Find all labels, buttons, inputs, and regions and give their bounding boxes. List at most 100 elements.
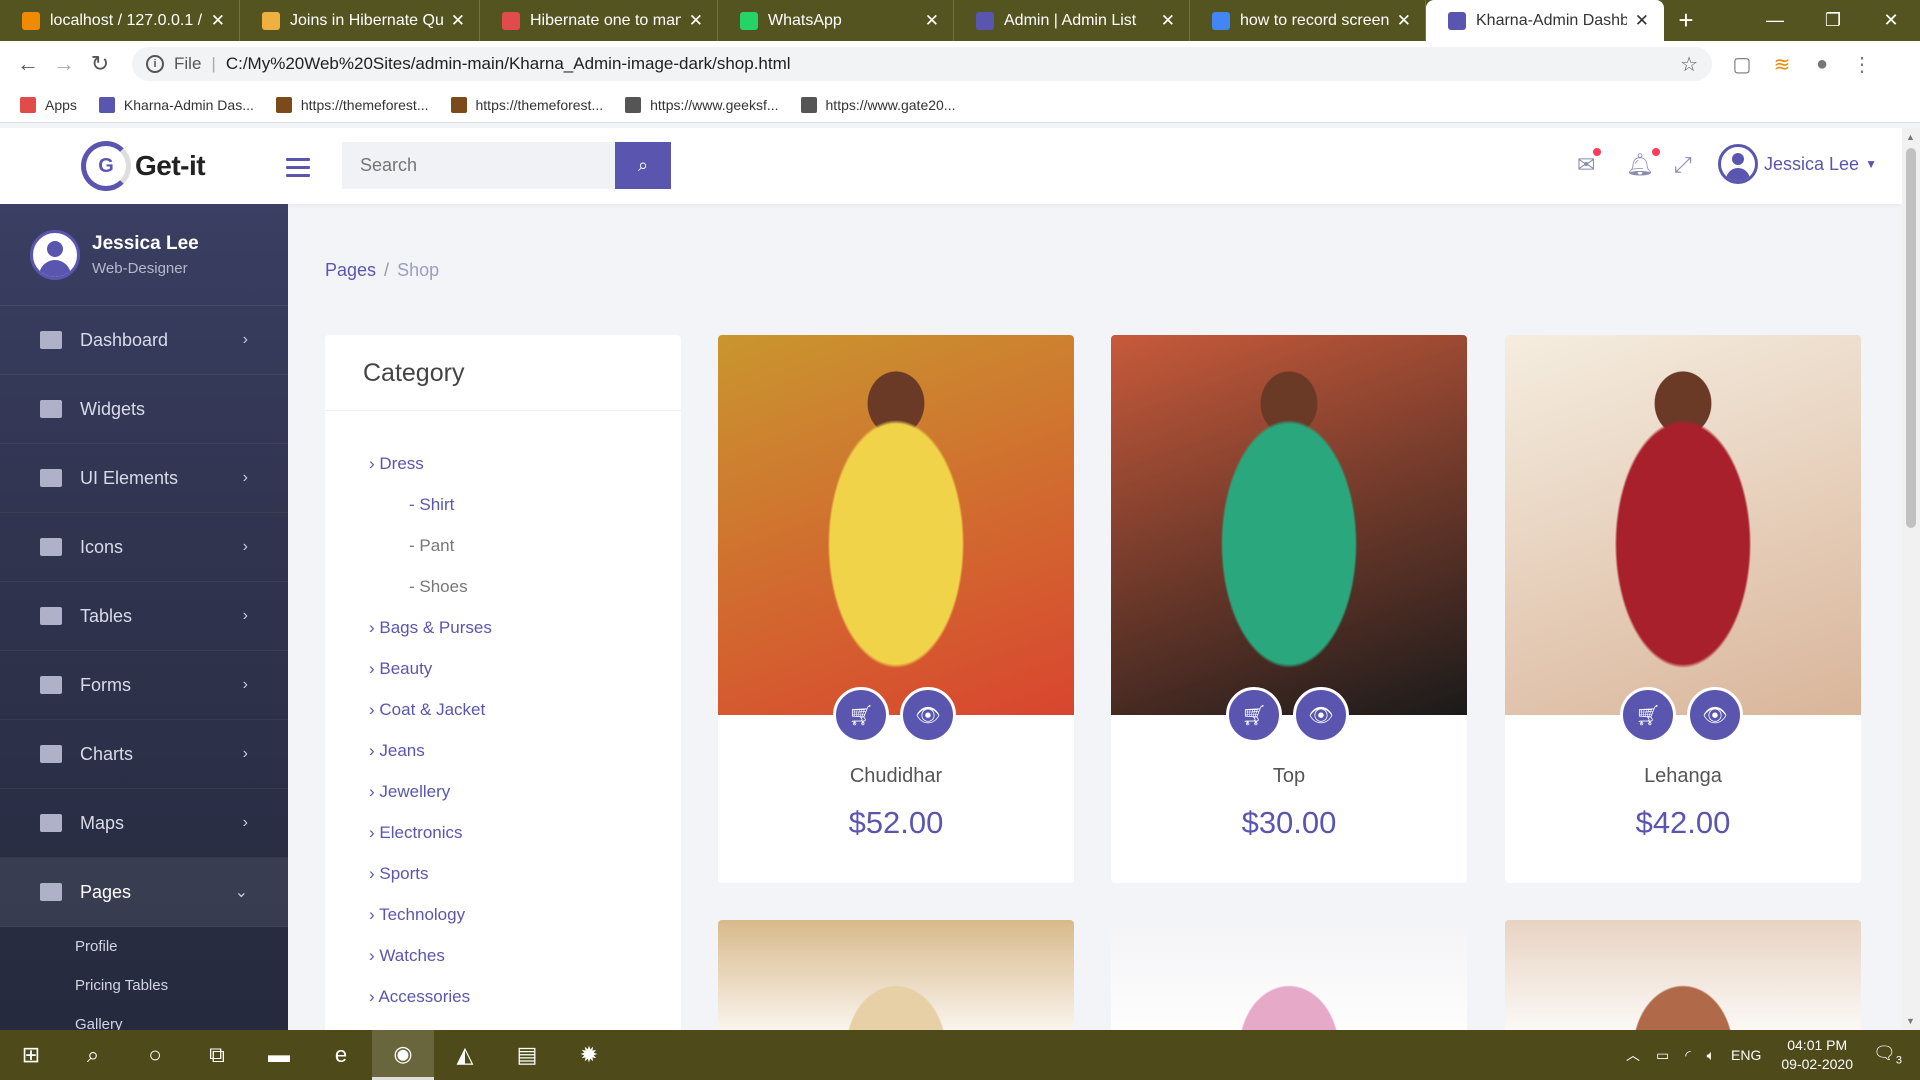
scroll-up-icon[interactable]: ▲ [1906, 132, 1915, 142]
file-explorer-icon[interactable]: ▬ [248, 1030, 310, 1080]
sidebar-item-widgets[interactable]: Widgets [0, 375, 288, 444]
product-image[interactable] [1111, 335, 1467, 715]
clock[interactable]: 04:01 PM 09-02-2020 [1781, 1036, 1853, 1074]
category-item[interactable]: › Technology [369, 894, 681, 935]
browser-tab[interactable]: Joins in Hibernate Quer ✕ [240, 0, 480, 41]
page-scrollbar[interactable]: ▲ ▼ [1902, 128, 1920, 1030]
fullscreen-icon[interactable]: ⤢ [1674, 152, 1692, 178]
wifi-icon[interactable]: ◜ [1685, 1047, 1690, 1064]
add-to-cart-button[interactable]: 🛒︎ [1620, 687, 1676, 743]
bookmark-star-icon[interactable]: ☆ [1680, 52, 1698, 77]
edge-icon[interactable]: e [310, 1030, 372, 1080]
product-name[interactable]: Chudidhar [718, 765, 1074, 788]
quick-view-button[interactable]: 👁︎ [1687, 687, 1743, 743]
restore-icon[interactable]: ❐ [1804, 0, 1862, 41]
category-item[interactable]: - Shoes [369, 566, 681, 607]
category-item[interactable]: › Sports [369, 853, 681, 894]
browser-tab[interactable]: WhatsApp ✕ [718, 0, 954, 41]
quick-view-button[interactable]: 👁︎ [1293, 687, 1349, 743]
bookmark-item[interactable]: https://themeforest... [275, 96, 429, 113]
bookmark-item[interactable]: Kharna-Admin Das... [98, 96, 254, 113]
category-item[interactable]: › Coat & Jacket [369, 689, 681, 730]
sidebar-item-pages[interactable]: Pages ⌄ [0, 858, 288, 927]
category-item[interactable]: › Dress [369, 443, 681, 484]
submenu-item[interactable]: Gallery [75, 1005, 288, 1030]
scroll-down-icon[interactable]: ▼ [1906, 1016, 1915, 1026]
sidebar-item-forms[interactable]: Forms › [0, 651, 288, 720]
app-icon[interactable]: ✹ [558, 1030, 620, 1080]
minimize-icon[interactable]: — [1746, 0, 1804, 41]
chrome-menu-icon[interactable]: ⋮ [1842, 52, 1882, 77]
category-item[interactable]: › Watches [369, 935, 681, 976]
url-input[interactable]: i File | C:/My%20Web%20Sites/admin-main/… [132, 47, 1712, 81]
category-item[interactable]: › Electronics [369, 812, 681, 853]
submenu-item[interactable]: Profile [75, 927, 288, 966]
category-item[interactable]: - Shirt [369, 484, 681, 525]
category-item[interactable]: › Bags & Purses [369, 607, 681, 648]
windows-icon[interactable]: ⊞ [0, 1030, 62, 1080]
browser-tab[interactable]: Kharna-Admin Dashbo ✕ [1426, 0, 1664, 41]
search-input[interactable] [342, 142, 615, 189]
quick-view-button[interactable]: 👁︎ [900, 687, 956, 743]
product-name[interactable]: Lehanga [1505, 765, 1861, 788]
user-menu[interactable]: Jessica Lee ▼ [1718, 144, 1877, 184]
bookmark-item[interactable]: https://www.gate20... [800, 96, 955, 113]
close-window-icon[interactable]: ✕ [1862, 0, 1920, 41]
extension-icon[interactable]: ≋ [1762, 52, 1802, 77]
close-tab-icon[interactable]: ✕ [451, 11, 465, 31]
product-name[interactable]: Top [1111, 765, 1467, 788]
new-tab-button[interactable]: + [1664, 0, 1708, 41]
category-item[interactable]: › Jeans [369, 730, 681, 771]
tray-chevron-icon[interactable]: ︿ [1626, 1045, 1640, 1065]
browser-tab[interactable]: Hibernate one to many ✕ [480, 0, 718, 41]
sidebar-item-ui-elements[interactable]: UI Elements › [0, 444, 288, 513]
action-center-icon[interactable]: 🗨︎3 [1873, 1043, 1902, 1067]
task-view-icon[interactable]: ⧉ [186, 1030, 248, 1080]
hamburger-menu-icon[interactable] [286, 158, 310, 182]
extension-icon[interactable]: ▢ [1722, 52, 1762, 77]
add-to-cart-button[interactable]: 🛒︎ [1226, 687, 1282, 743]
bookmark-item[interactable]: https://www.geeksf... [625, 96, 779, 113]
category-item[interactable]: - Pant [369, 525, 681, 566]
submenu-item[interactable]: Pricing Tables [75, 966, 288, 1005]
sidebar-item-maps[interactable]: Maps › [0, 789, 288, 858]
scrollbar-thumb[interactable] [1906, 148, 1916, 528]
chrome-icon[interactable]: ◉ [372, 1030, 434, 1080]
category-item[interactable]: › Accessories [369, 976, 681, 1017]
sidebar-item-dashboard[interactable]: Dashboard › [0, 306, 288, 375]
forward-icon[interactable]: → [46, 51, 82, 77]
browser-tab[interactable]: how to record screen i ✕ [1190, 0, 1426, 41]
close-tab-icon[interactable]: ✕ [925, 11, 939, 31]
browser-tab[interactable]: Admin | Admin List ✕ [954, 0, 1190, 41]
cortana-icon[interactable]: ○ [124, 1030, 186, 1080]
profile-icon[interactable]: ● [1802, 53, 1842, 76]
battery-icon[interactable]: ▭ [1656, 1047, 1669, 1064]
product-image[interactable] [1111, 920, 1467, 1030]
close-tab-icon[interactable]: ✕ [1397, 11, 1411, 31]
product-image[interactable] [718, 920, 1074, 1030]
close-tab-icon[interactable]: ✕ [689, 11, 703, 31]
site-info-icon[interactable]: i [146, 55, 164, 73]
close-tab-icon[interactable]: ✕ [1635, 11, 1649, 31]
category-item[interactable]: › Jewellery [369, 771, 681, 812]
category-item[interactable]: › Beauty [369, 648, 681, 689]
sidebar-item-icons[interactable]: Icons › [0, 513, 288, 582]
android-studio-icon[interactable]: ◭ [434, 1030, 496, 1080]
bell-icon[interactable]: 🔔︎ [1626, 148, 1660, 178]
reload-icon[interactable]: ↻ [82, 51, 118, 77]
volume-icon[interactable]: 🔈︎ [1707, 1047, 1715, 1064]
bookmark-item[interactable]: Apps [20, 96, 77, 113]
product-image[interactable] [1505, 920, 1861, 1030]
product-image[interactable] [1505, 335, 1861, 715]
close-tab-icon[interactable]: ✕ [211, 11, 225, 31]
sidebar-item-tables[interactable]: Tables › [0, 582, 288, 651]
app-logo[interactable]: G Get-it [81, 141, 206, 191]
close-tab-icon[interactable]: ✕ [1161, 11, 1175, 31]
search-icon[interactable]: ⌕ [62, 1030, 124, 1080]
notepad-icon[interactable]: ▤ [496, 1030, 558, 1080]
language-indicator[interactable]: ENG [1731, 1047, 1761, 1063]
browser-tab[interactable]: localhost / 127.0.0.1 / g ✕ [0, 0, 240, 41]
breadcrumb-link[interactable]: Pages [325, 260, 376, 280]
mail-icon[interactable]: ✉ [1577, 148, 1602, 178]
search-button[interactable]: ⌕ [615, 142, 671, 189]
